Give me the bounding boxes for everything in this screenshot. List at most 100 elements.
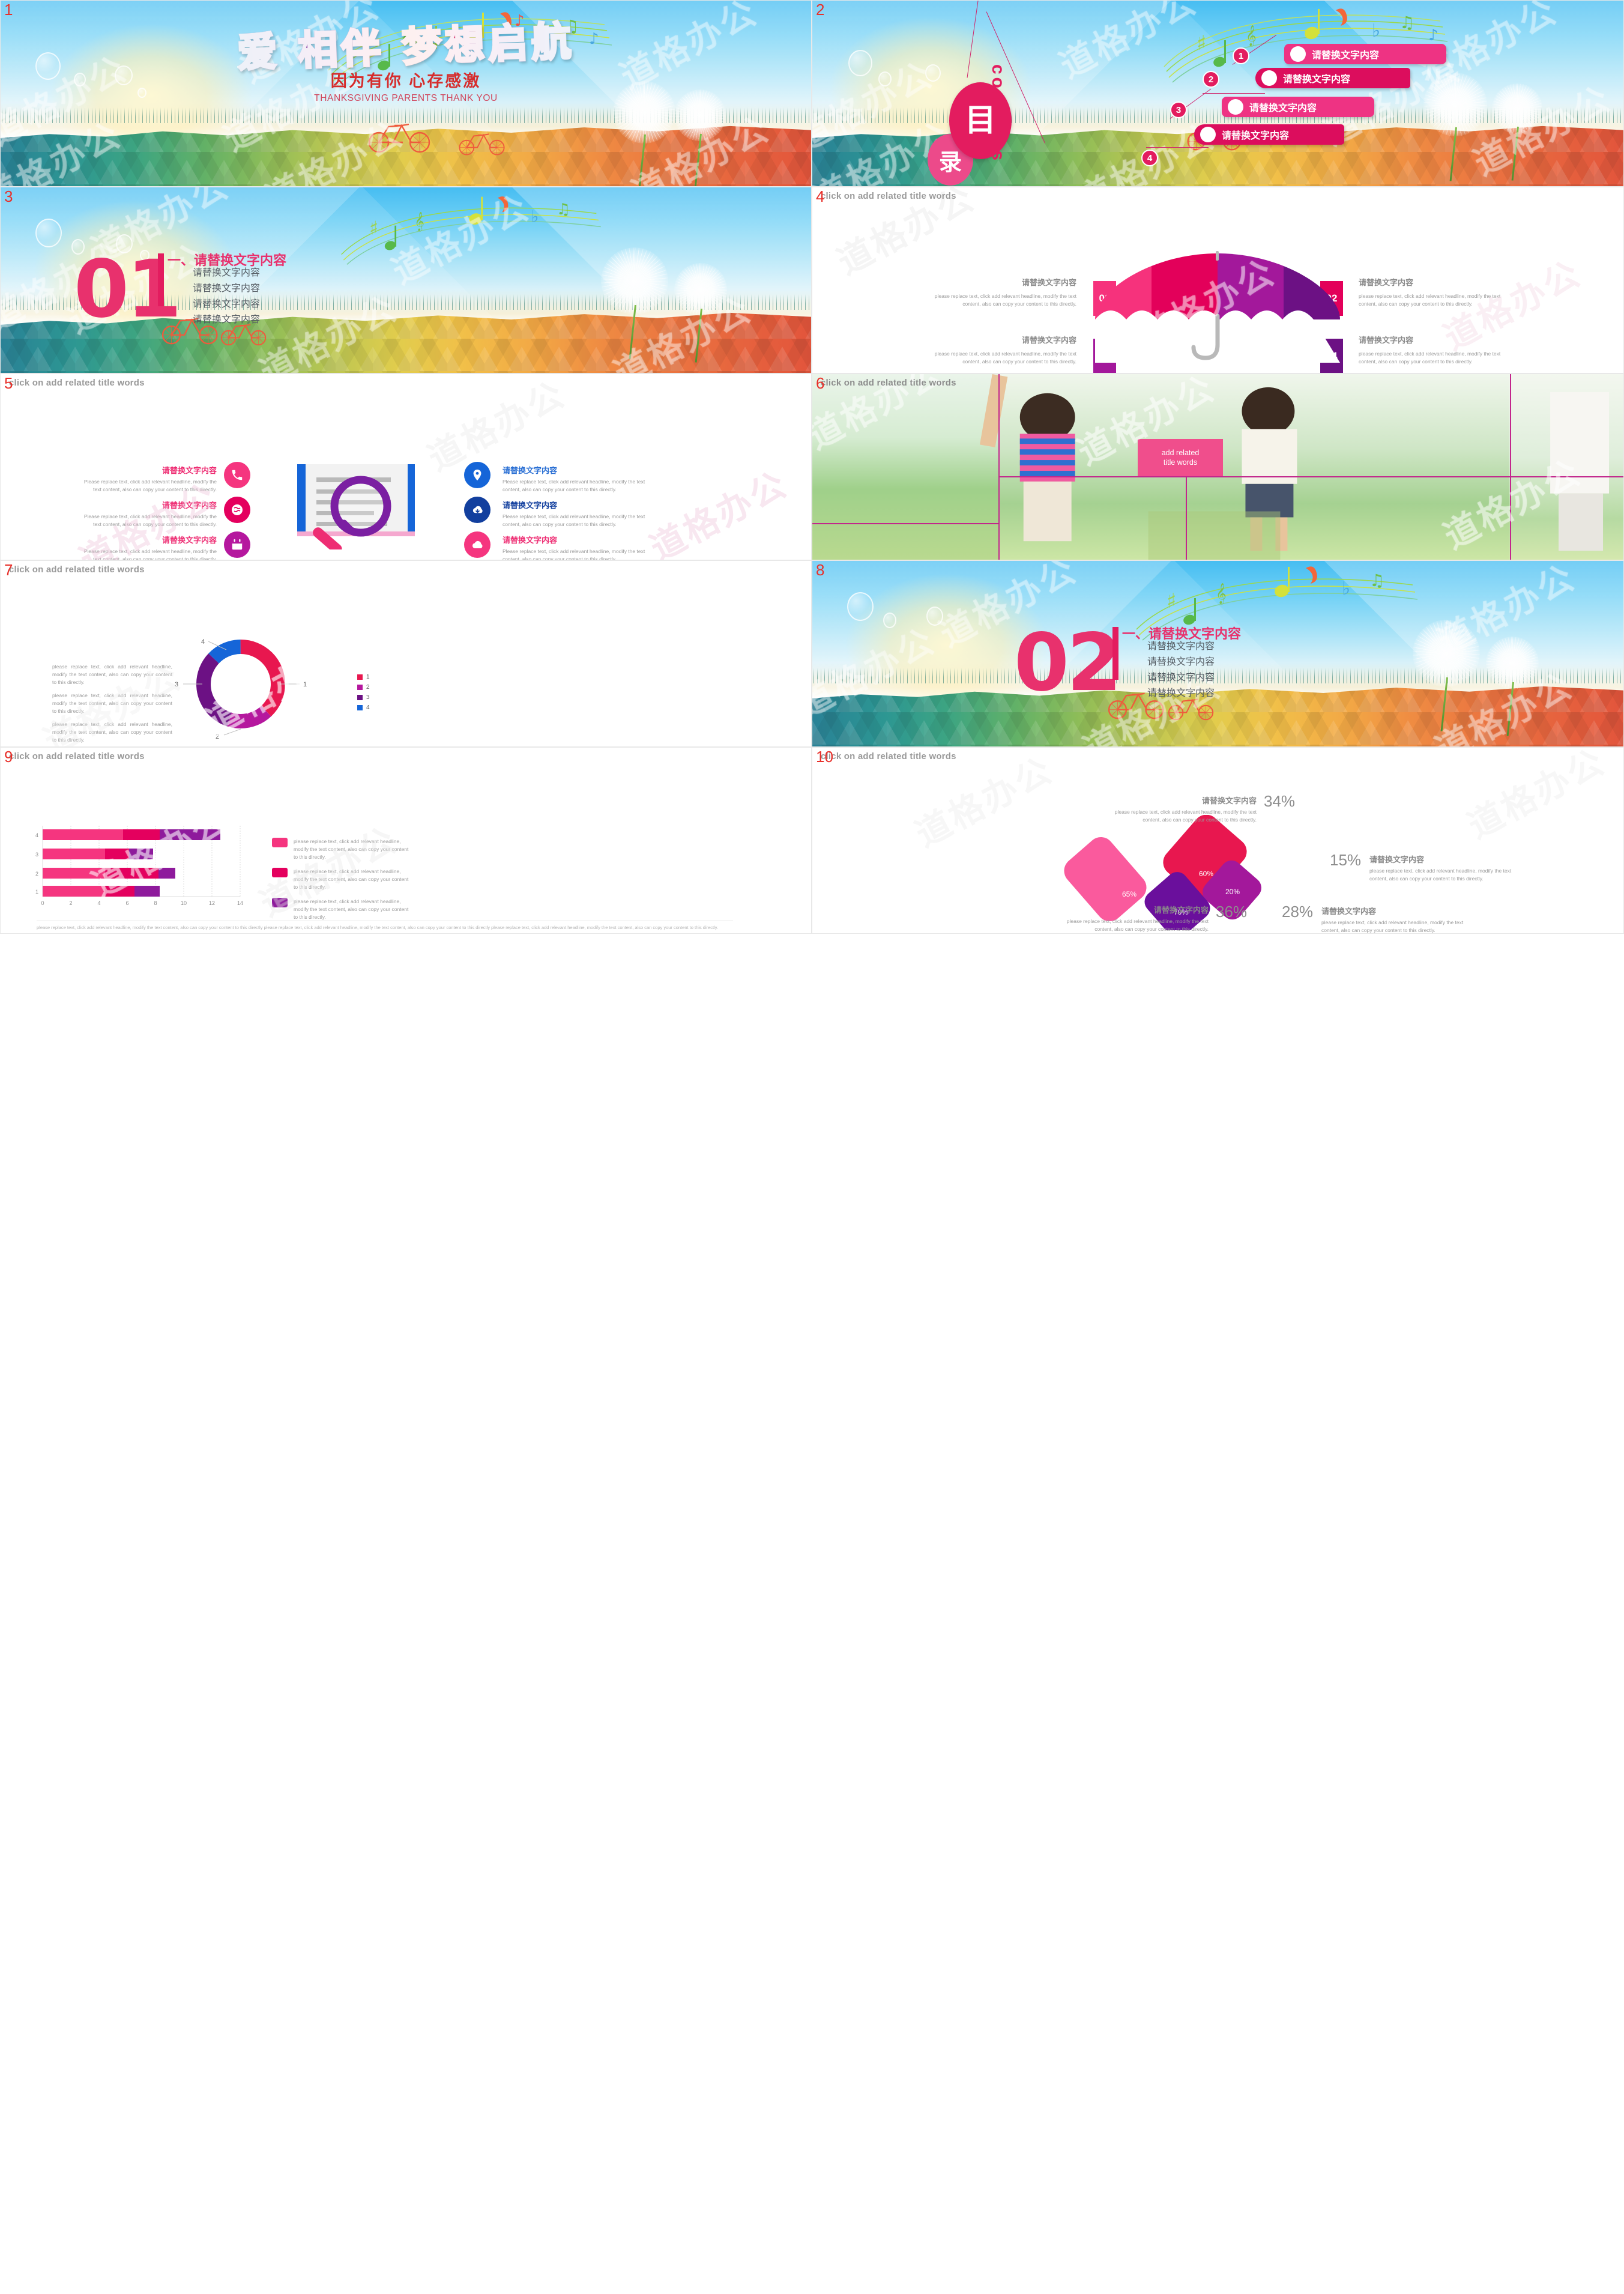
toc-item-1[interactable]: 1 请替换文字内容 <box>1233 44 1446 64</box>
cover-subtitle-cn: 因为有你 心存感激 <box>330 72 481 90</box>
slide5-left-head-1: 请替换文字内容 <box>161 466 217 475</box>
toc-connector-line <box>1146 147 1209 148</box>
watermark: 道格办公 <box>1461 747 1612 846</box>
slide-number: 6 <box>816 374 825 392</box>
cloud-icon[interactable] <box>464 531 491 558</box>
section-line-4: 请替换文字内容 <box>193 315 261 325</box>
legend-label-2: 2 <box>366 684 370 691</box>
toc-index-4: 4 <box>1141 150 1158 166</box>
slide-6-photo-grid[interactable]: add related title words click on add rel… <box>812 374 1624 560</box>
slide-number: 9 <box>4 748 13 766</box>
toc-label-1: 请替换文字内容 <box>1284 44 1446 64</box>
bar-legend-text-3: please replace text, click add relevant … <box>294 898 409 920</box>
toc-index-1: 1 <box>1233 47 1249 64</box>
bubble-icon <box>848 50 872 76</box>
bicycle-icon <box>459 133 505 156</box>
cloud-download-icon[interactable] <box>464 497 491 523</box>
grid-line-horizontal <box>998 476 1623 477</box>
section-big-number: 02 <box>1014 617 1122 709</box>
slide-5-icon-list[interactable]: click on add related title words 请替换文字内容 <box>0 374 812 560</box>
toc-index-3: 3 <box>1170 101 1187 118</box>
stat-2-body: please replace text, click add relevant … <box>1369 868 1512 882</box>
legend-swatch-4 <box>357 705 363 710</box>
slide5-right-item-2[interactable]: 请替换文字内容 Please replace text, click add r… <box>503 499 653 528</box>
slide-heading: click on add related title words <box>9 751 145 761</box>
stat-1-percent: 34% <box>1264 792 1296 810</box>
globe-icon[interactable] <box>224 497 250 523</box>
slide-7-donut-chart[interactable]: click on add related title words please … <box>0 560 812 747</box>
slide-number: 1 <box>4 1 13 19</box>
stat-4-head: 请替换文字内容 <box>1321 907 1377 916</box>
bubble-icon <box>883 613 896 628</box>
section-heading-prefix: 一、 <box>1122 626 1149 641</box>
slide-10-petal-stats[interactable]: click on add related title words 65% 60%… <box>812 747 1624 934</box>
slide5-left-head-3: 请替换文字内容 <box>161 536 217 545</box>
section-heading-prefix: 一、 <box>168 253 195 268</box>
slide-9-bar-chart[interactable]: click on add related title words 4 3 2 1… <box>0 747 812 934</box>
svg-text:20%: 20% <box>1225 888 1240 896</box>
toc-item-4[interactable]: 4 请替换文字内容 <box>1141 124 1344 166</box>
stat-3-percent: 36% <box>1216 903 1248 921</box>
bar-legend-text-2: please replace text, click add relevant … <box>294 868 409 890</box>
svg-text:4: 4 <box>201 638 205 646</box>
dandelion-icon <box>1423 73 1487 181</box>
stat-4-body: please replace text, click add relevant … <box>1321 919 1464 933</box>
slide5-left-item-2[interactable]: 请替换文字内容 Please replace text, click add r… <box>77 499 217 528</box>
donut-chart[interactable]: 1 2 3 4 <box>151 627 331 741</box>
stat-block-4[interactable]: 请替换文字内容 please replace text, click add r… <box>1321 905 1472 933</box>
dandelion-icon <box>674 263 727 363</box>
dandelion-icon <box>1486 637 1539 736</box>
stat-2-head: 请替换文字内容 <box>1369 855 1425 864</box>
umbrella-item-04[interactable]: 请替换文字内容 please replace text, click add r… <box>1359 334 1509 366</box>
bar-legend-text-1: please replace text, click add relevant … <box>294 838 409 860</box>
watermark: 道格办公 <box>644 464 794 560</box>
calendar-icon[interactable] <box>224 531 250 558</box>
slide-heading: click on add related title words <box>9 378 145 388</box>
toc-connector-line <box>1203 93 1265 94</box>
slide5-right-head-1: 请替换文字内容 <box>503 466 558 475</box>
legend-label-3: 3 <box>366 694 370 701</box>
bubble-icon <box>35 219 62 247</box>
bar-chart[interactable]: 4 3 2 1 0 2 4 6 8 10 12 14 <box>19 823 247 913</box>
slide-1-cover[interactable]: ♯ 𝄞 ♭ ♫ ♪ ♪ <box>0 0 812 187</box>
umbrella-item-04-body: please replace text, click add relevant … <box>1359 351 1501 365</box>
bar-legend-row-3: please replace text, click add relevant … <box>272 898 410 921</box>
stat-block-1[interactable]: 请替换文字内容 please replace text, click add r… <box>1112 794 1257 824</box>
bar-legend-row-1: please replace text, click add relevant … <box>272 838 410 861</box>
phone-icon[interactable] <box>224 462 250 488</box>
slide5-left-head-2: 请替换文字内容 <box>161 501 217 510</box>
stat-block-2[interactable]: 请替换文字内容 please replace text, click add r… <box>1369 853 1514 883</box>
stat-1-body: please replace text, click add relevant … <box>1114 809 1257 823</box>
umbrella-item-03[interactable]: 请替换文字内容 please replace text, click add r… <box>932 334 1076 366</box>
map-pin-icon[interactable] <box>464 462 491 488</box>
slide5-left-body-2: Please replace text, click add relevant … <box>83 513 217 527</box>
slide-8-section-02[interactable]: ♯ 𝄞 ♭ ♫ 02 一、请替换文字内容 请替换文字内容 请替换文字内容 请替换… <box>812 560 1624 747</box>
toc-index-2: 2 <box>1203 71 1219 88</box>
legend-swatch-2 <box>357 685 363 690</box>
photo-caption-line-1: add related <box>1161 449 1200 457</box>
slide5-right-item-1[interactable]: 请替换文字内容 Please replace text, click add r… <box>503 464 653 494</box>
slide5-left-item-1[interactable]: 请替换文字内容 Please replace text, click add r… <box>77 464 217 494</box>
cover-title: 爱 相伴 梦想启航 <box>1 15 811 77</box>
svg-text:60%: 60% <box>1199 870 1213 878</box>
slide5-left-item-3[interactable]: 请替换文字内容 Please replace text, click add r… <box>77 534 217 560</box>
legend-row-2: 2 <box>357 684 370 691</box>
dandelion-icon <box>1413 620 1480 731</box>
slide-4-umbrella[interactable]: click on add related title words 请替换文字内容… <box>812 187 1624 374</box>
slide-3-section-01[interactable]: ♯ 𝄞 ♭ ♫ 01 一、请替换文字内容 请替换文字内容 请替换文字内容 请替换… <box>0 187 812 374</box>
umbrella-item-01-body: please replace text, click add relevant … <box>934 293 1076 307</box>
toc-item-2[interactable]: 2 请替换文字内容 <box>1203 68 1410 88</box>
umbrella-item-03-head: 请替换文字内容 <box>1021 336 1076 345</box>
toc-item-3[interactable]: 3 请替换文字内容 <box>1170 97 1374 118</box>
umbrella-item-01[interactable]: 请替换文字内容 please replace text, click add r… <box>932 276 1076 308</box>
slide-2-contents[interactable]: ♯ 𝄞 ♭ ♫ ♪ 目 录 contents 1 请替换文字内容 2 请替换文字… <box>812 0 1624 187</box>
stat-4-percent: 28% <box>1282 903 1314 921</box>
stat-block-3[interactable]: 请替换文字内容 please replace text, click add r… <box>1064 904 1209 933</box>
slide-number: 2 <box>816 1 825 19</box>
slide5-right-body-1: Please replace text, click add relevant … <box>503 479 645 492</box>
slide5-right-body-3: Please replace text, click add relevant … <box>503 548 645 560</box>
legend-swatch-1 <box>357 674 363 680</box>
bar-chart-footnote: please replace text, click add relevant … <box>37 925 719 930</box>
umbrella-item-02[interactable]: 请替换文字内容 please replace text, click add r… <box>1359 276 1509 308</box>
slide5-right-item-3[interactable]: 请替换文字内容 Please replace text, click add r… <box>503 534 653 560</box>
